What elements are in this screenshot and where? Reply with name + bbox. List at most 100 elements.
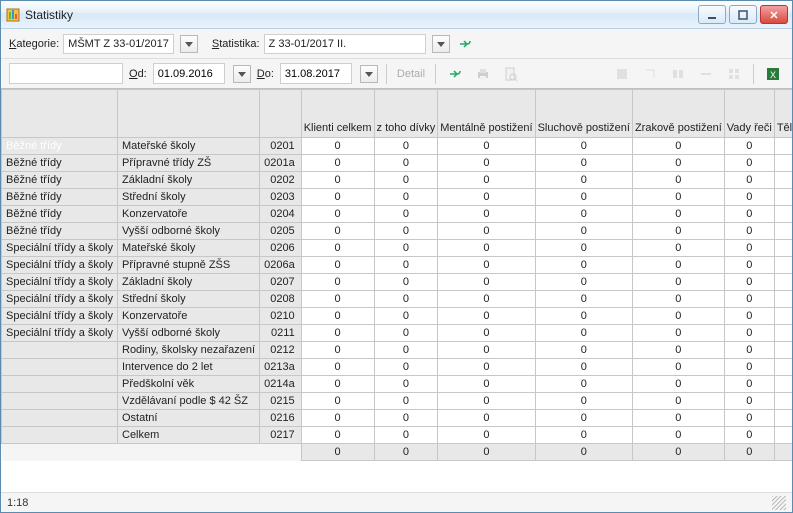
table-row[interactable]: Speciální třídy a školyZákladní školy020…	[2, 274, 793, 291]
cell[interactable]: 0	[438, 240, 535, 257]
table-row[interactable]: Běžné třídyMateřské školy02010000000000	[2, 138, 793, 155]
table-row[interactable]: Běžné třídyPřípravné třídy ZŠ0201a000000…	[2, 155, 793, 172]
cell[interactable]: 0	[774, 342, 792, 359]
cell[interactable]: 0	[632, 325, 724, 342]
statistika-combo[interactable]: Z 33-01/2017 II.	[264, 34, 426, 54]
cell[interactable]: 0	[301, 138, 374, 155]
cell[interactable]: 0	[301, 257, 374, 274]
cell[interactable]: 0	[724, 155, 774, 172]
row-code[interactable]: 0203	[260, 189, 302, 206]
cell[interactable]: 0	[301, 189, 374, 206]
cell[interactable]: 0	[301, 274, 374, 291]
row-code[interactable]: 0217	[260, 427, 302, 444]
cell[interactable]: 0	[724, 274, 774, 291]
row-code[interactable]: 0204	[260, 206, 302, 223]
table-row[interactable]: Speciální třídy a školyMateřské školy020…	[2, 240, 793, 257]
row-code[interactable]: 0213a	[260, 359, 302, 376]
cell[interactable]: 0	[632, 155, 724, 172]
cell[interactable]: 0	[632, 274, 724, 291]
row-group[interactable]: Speciální třídy a školy	[2, 291, 118, 308]
cell[interactable]: 0	[774, 240, 792, 257]
cell[interactable]: 0	[374, 240, 438, 257]
cell[interactable]: 0	[535, 376, 632, 393]
cell[interactable]: 0	[774, 427, 792, 444]
cell[interactable]: 0	[632, 138, 724, 155]
table-row[interactable]: Vzdělávaní podle $ 42 ŠZ02150000000000	[2, 393, 793, 410]
cell[interactable]: 0	[535, 274, 632, 291]
cell[interactable]: 0	[774, 155, 792, 172]
tool-icon-3[interactable]	[667, 63, 689, 84]
table-row[interactable]: Speciální třídy a školyVyšší odborné ško…	[2, 325, 793, 342]
col-header-6[interactable]: Tělesně postižení	[774, 90, 792, 138]
cell[interactable]: 0	[438, 325, 535, 342]
cell[interactable]: 0	[535, 189, 632, 206]
cell[interactable]: 0	[374, 393, 438, 410]
resize-grip-icon[interactable]	[772, 496, 786, 510]
table-row[interactable]: Speciální třídy a školyStřední školy0208…	[2, 291, 793, 308]
cell[interactable]: 0	[774, 410, 792, 427]
row-group[interactable]: Běžné třídy	[2, 223, 118, 240]
titlebar[interactable]: Statistiky	[1, 1, 792, 29]
cell[interactable]: 0	[535, 308, 632, 325]
cell[interactable]: 0	[535, 155, 632, 172]
cell[interactable]: 0	[301, 325, 374, 342]
tool-icon-2[interactable]	[639, 63, 661, 84]
row-code[interactable]: 0210	[260, 308, 302, 325]
row-code[interactable]: 0201a	[260, 155, 302, 172]
row-name[interactable]: Střední školy	[118, 291, 260, 308]
cell[interactable]: 0	[301, 172, 374, 189]
cell[interactable]: 0	[438, 189, 535, 206]
row-code[interactable]: 0206	[260, 240, 302, 257]
table-row[interactable]: Intervence do 2 let0213a0000000000	[2, 359, 793, 376]
cell[interactable]: 0	[374, 308, 438, 325]
cell[interactable]: 0	[632, 376, 724, 393]
cell[interactable]: 0	[438, 308, 535, 325]
cell[interactable]: 0	[724, 342, 774, 359]
do-date[interactable]	[280, 63, 352, 84]
cell[interactable]: 0	[535, 172, 632, 189]
cell[interactable]: 0	[724, 427, 774, 444]
row-name[interactable]: Základní školy	[118, 274, 260, 291]
cell[interactable]: 0	[774, 359, 792, 376]
cell[interactable]: 0	[438, 257, 535, 274]
cell[interactable]: 0	[632, 240, 724, 257]
row-code[interactable]: 0207	[260, 274, 302, 291]
table-row[interactable]: Speciální třídy a školyKonzervatoře02100…	[2, 308, 793, 325]
print-icon[interactable]	[472, 63, 494, 84]
cell[interactable]: 0	[774, 308, 792, 325]
cell[interactable]: 0	[774, 138, 792, 155]
table-row[interactable]: Celkem02170000000000	[2, 427, 793, 444]
cell[interactable]: 0	[374, 359, 438, 376]
cell[interactable]: 0	[632, 410, 724, 427]
row-group[interactable]	[2, 342, 118, 359]
row-code[interactable]: 0211	[260, 325, 302, 342]
cell[interactable]: 0	[374, 206, 438, 223]
col-header-3[interactable]: Sluchově postižení	[535, 90, 632, 138]
cell[interactable]: 0	[774, 206, 792, 223]
cell[interactable]: 0	[774, 274, 792, 291]
row-code[interactable]: 0208	[260, 291, 302, 308]
cell[interactable]: 0	[632, 308, 724, 325]
cell[interactable]: 0	[301, 342, 374, 359]
row-group[interactable]	[2, 427, 118, 444]
od-date-drop-icon[interactable]	[233, 65, 251, 83]
cell[interactable]: 0	[535, 325, 632, 342]
table-row[interactable]: Speciální třídy a školyPřípravné stupně …	[2, 257, 793, 274]
cell[interactable]: 0	[774, 189, 792, 206]
row-name[interactable]: Mateřské školy	[118, 138, 260, 155]
cell[interactable]: 0	[438, 206, 535, 223]
cell[interactable]: 0	[374, 223, 438, 240]
row-name[interactable]: Základní školy	[118, 172, 260, 189]
cell[interactable]: 0	[724, 308, 774, 325]
col-header-5[interactable]: Vady řeči	[724, 90, 774, 138]
row-code[interactable]: 0214a	[260, 376, 302, 393]
cell[interactable]: 0	[724, 325, 774, 342]
cell[interactable]: 0	[438, 393, 535, 410]
cell[interactable]: 0	[374, 257, 438, 274]
table-row[interactable]: Ostatní02160000000000	[2, 410, 793, 427]
cell[interactable]: 0	[535, 359, 632, 376]
row-code[interactable]: 0212	[260, 342, 302, 359]
preview-icon[interactable]	[500, 63, 522, 84]
cell[interactable]: 0	[724, 240, 774, 257]
cell[interactable]: 0	[724, 206, 774, 223]
